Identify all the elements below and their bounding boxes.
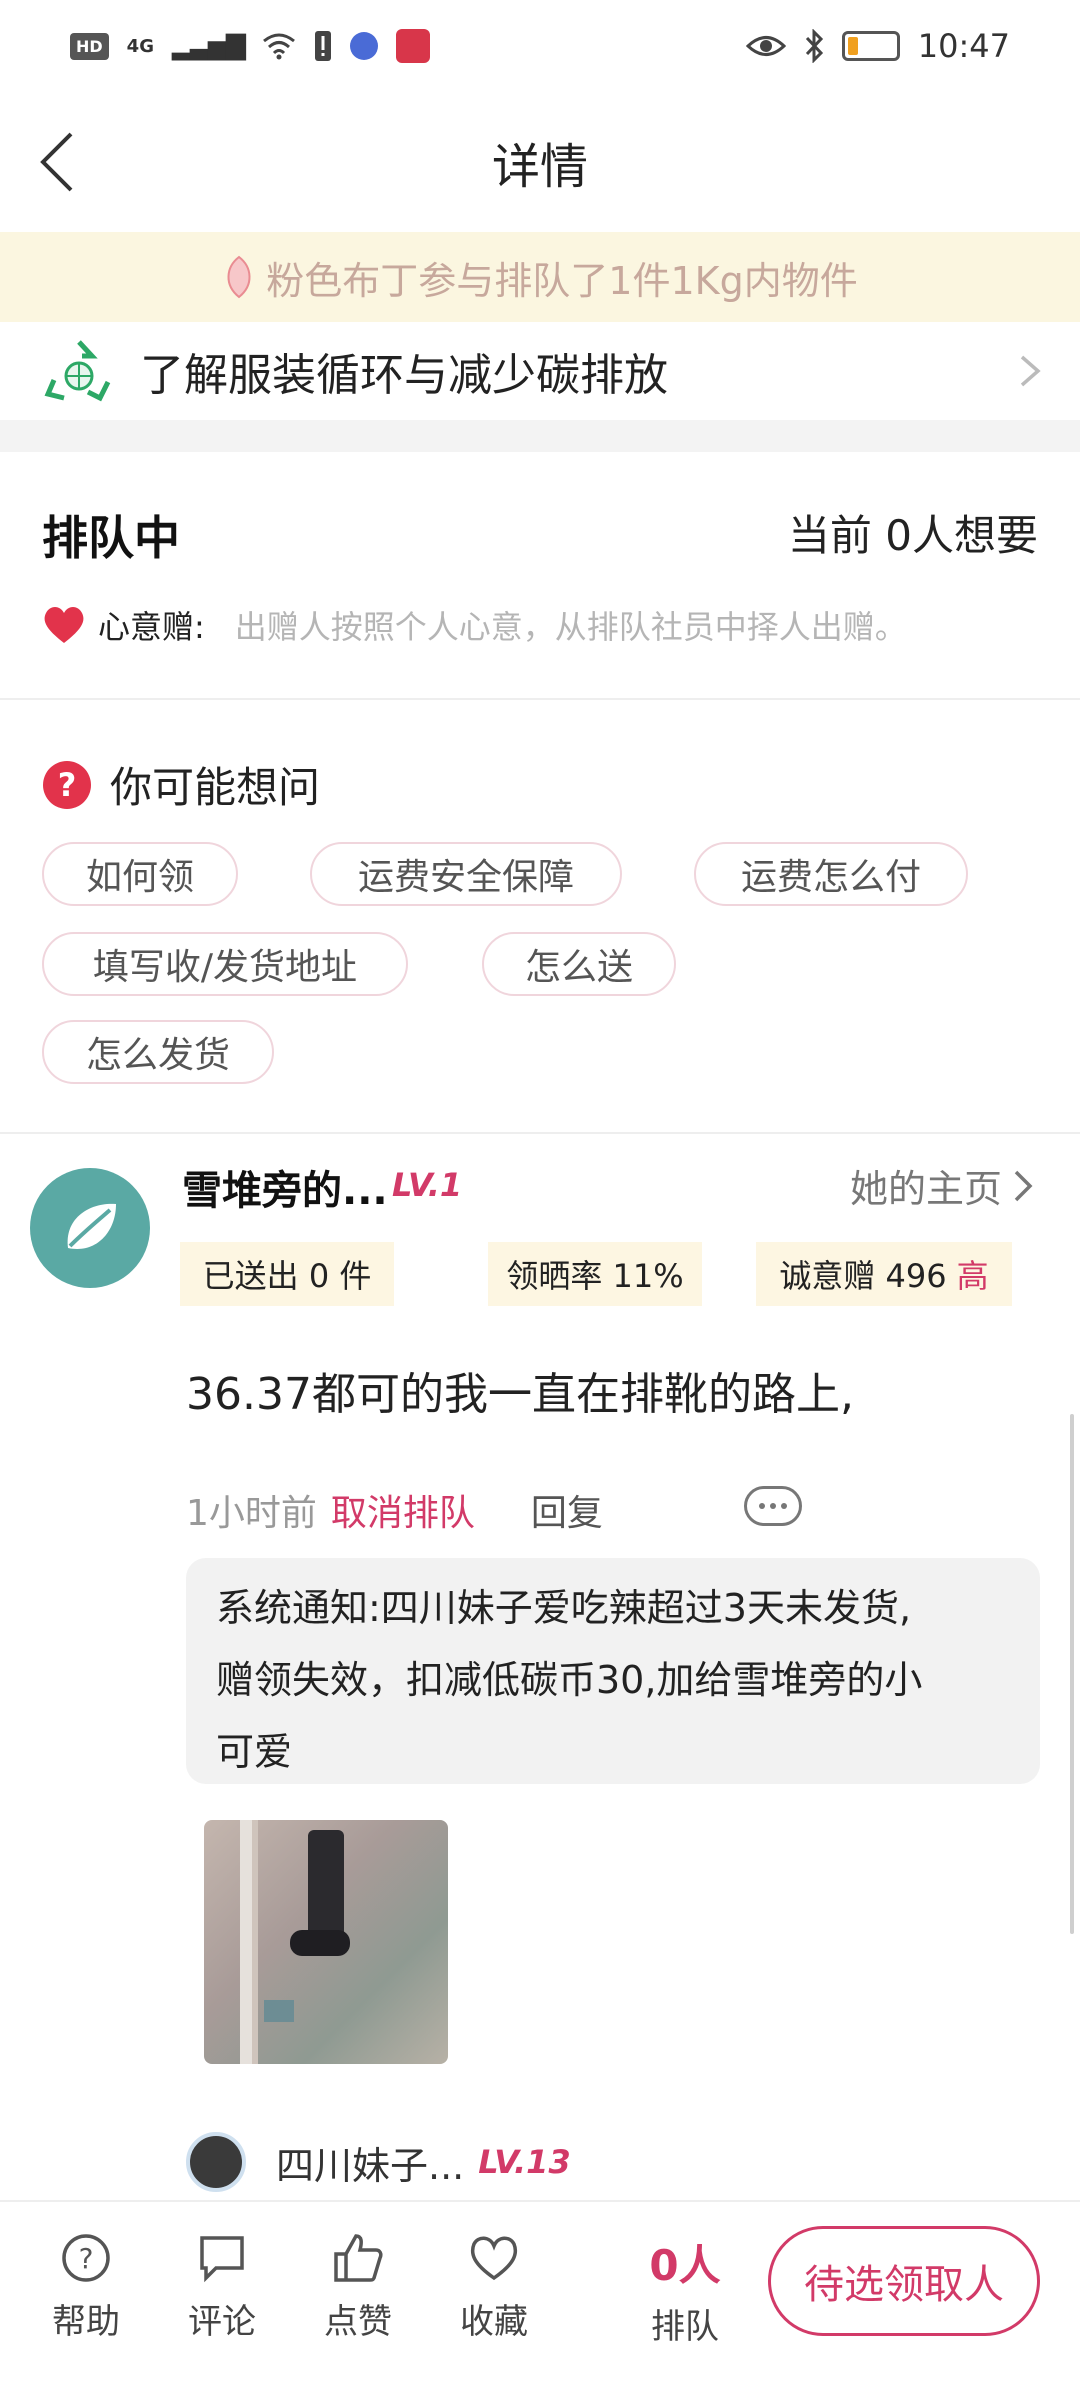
svg-text:?: ? [79, 2242, 94, 2275]
favorite-tab[interactable]: 收藏 [434, 2230, 554, 2360]
thumbs-up-icon [334, 2234, 383, 2282]
review-rate-badge: 领晒率 11% [488, 1242, 702, 1306]
eye-icon [745, 36, 786, 56]
status-right: 10:47 [745, 27, 1010, 65]
chevron-left-icon [40, 132, 73, 192]
more-options-icon[interactable] [744, 1486, 802, 1526]
back-button[interactable] [22, 124, 92, 200]
intent-row: 心意赠: 出赠人按照个人心意，从排队社员中择人出赠。 [42, 602, 907, 648]
clock: 10:47 [917, 27, 1010, 65]
faq-chip-shipping-payment[interactable]: 运费怎么付 [694, 842, 968, 906]
user-name[interactable]: 雪堆旁的... [182, 1158, 388, 1216]
bluetooth-icon [805, 29, 823, 63]
queue-count: 当前 0人想要 [787, 511, 1038, 560]
scrollbar[interactable] [1070, 1414, 1074, 1934]
faq-chip-how-to-ship[interactable]: 怎么发货 [42, 1020, 274, 1084]
network-type: 4G [126, 35, 154, 57]
comment-photo[interactable] [204, 1820, 448, 2064]
battery-icon [841, 31, 900, 61]
comment-label: 评论 [188, 2302, 256, 2342]
help-label: 帮助 [52, 2302, 120, 2342]
comment-tab[interactable]: 评论 [162, 2230, 282, 2360]
page-title: 详情 [491, 139, 588, 195]
music-app-icon [349, 32, 378, 60]
carbon-label: 了解服装循环与减少碳排放 [140, 350, 668, 401]
help-tab[interactable]: ? 帮助 [26, 2230, 146, 2360]
section-divider [0, 420, 1080, 452]
reply-entry: 四川妹子... LV.13 [186, 2132, 571, 2192]
chevron-right-icon [1014, 1170, 1033, 1201]
wifi-icon [263, 33, 295, 60]
hd-badge: HD [70, 32, 109, 60]
queue-status: 排队中 [42, 511, 180, 565]
comment-icon [200, 2236, 244, 2283]
heart-outline-icon [470, 2236, 518, 2281]
like-label: 点赞 [324, 2302, 392, 2342]
sincerity-badge: 诚意赠 496 高 [756, 1242, 1012, 1306]
system-notice: 系统通知:四川妹子爱吃辣超过3天未发货, 赠领失效，扣减低碳币30,加给雪堆旁的… [186, 1558, 1040, 1784]
like-tab[interactable]: 点赞 [298, 2230, 418, 2360]
signal-icon: ▂▃▅▇ [171, 31, 246, 61]
svg-text:?: ? [58, 766, 77, 804]
faq-chip-how-to-get[interactable]: 如何领 [42, 842, 238, 906]
comment-text: 36.37都可的我一直在排靴的路上, [186, 1369, 854, 1420]
queue-comment: 雪堆旁的... LV.1 她的主页 已送出 0 件 领晒率 11% 诚意赠 49… [0, 1134, 1080, 2200]
help-icon: ? [62, 2234, 110, 2282]
heart-icon [44, 607, 84, 643]
her-homepage-label: 她的主页 [849, 1167, 1002, 1211]
faq-title: 你可能想问 [110, 763, 321, 812]
alert-icon [314, 31, 331, 61]
notice-line: 系统通知:四川妹子爱吃辣超过3天未发货, [216, 1586, 912, 1630]
recycle-globe-icon [44, 340, 111, 402]
reply-user-name[interactable]: 四川妹子... [276, 2135, 464, 2190]
activity-banner: 粉色布丁参与排队了1件1Kg内物件 [0, 232, 1080, 322]
comment-time: 1小时前 [186, 1493, 317, 1534]
sincerity-value: 诚意赠 496 [779, 1257, 947, 1295]
banner-text: 粉色布丁参与排队了1件1Kg内物件 [266, 258, 858, 303]
app-header: 详情 [0, 92, 1080, 232]
faq-chip-how-to-send[interactable]: 怎么送 [482, 932, 676, 996]
sincerity-level: 高 [956, 1257, 989, 1295]
notice-line: 可爱 [216, 1730, 293, 1774]
avatar[interactable] [30, 1168, 150, 1288]
carbon-info-link[interactable]: 了解服装循环与减少碳排放 [0, 322, 1080, 420]
status-bar: HD 4G ▂▃▅▇ 10:47 [0, 0, 1080, 92]
question-icon: ? [43, 760, 91, 809]
queue-section: 排队中 当前 0人想要 心意赠: 出赠人按照个人心意，从排队社员中择人出赠。 [0, 452, 1080, 700]
queue-count-number: 0人 [649, 2241, 721, 2290]
favorite-label: 收藏 [460, 2302, 528, 2342]
faq-chip-address[interactable]: 填写收/发货地址 [42, 932, 408, 996]
sent-count-badge: 已送出 0 件 [180, 1242, 394, 1306]
intent-label: 心意赠: [98, 608, 205, 646]
bottom-action-bar: ? 帮助 评论 点赞 收藏 0人 排队 待选领取人 [0, 2200, 1080, 2400]
petal-icon [227, 255, 251, 299]
reply-button[interactable]: 回复 [531, 1484, 603, 1536]
queue-tab[interactable]: 0人 排队 [620, 2232, 750, 2348]
her-homepage-link[interactable]: 她的主页 [850, 1158, 1036, 1213]
notice-line: 赠领失效，扣减低碳币30,加给雪堆旁的小 [216, 1658, 923, 1702]
status-left: HD 4G ▂▃▅▇ [70, 29, 430, 63]
chevron-right-icon [1020, 355, 1041, 387]
comment-meta: 1小时前 取消排队 回复 [186, 1480, 1026, 1540]
leaf-logo-icon [67, 1203, 116, 1249]
user-level-badge: LV.1 [392, 1166, 463, 1204]
reply-user-level: LV.13 [478, 2143, 571, 2181]
faq-header: ? 你可能想问 [42, 754, 320, 815]
faq-section: ? 你可能想问 如何领 运费安全保障 运费怎么付 填写收/发货地址 怎么送 怎么… [0, 700, 1080, 1134]
reader-app-icon [395, 29, 430, 63]
queue-label: 排队 [651, 2307, 719, 2347]
intent-description: 出赠人按照个人心意，从排队社员中择人出赠。 [234, 608, 907, 646]
select-recipient-button[interactable]: 待选领取人 [768, 2226, 1040, 2336]
faq-chip-shipping-guarantee[interactable]: 运费安全保障 [310, 842, 622, 906]
cancel-queue-button[interactable]: 取消排队 [331, 1484, 475, 1536]
reply-avatar[interactable] [186, 2132, 246, 2192]
